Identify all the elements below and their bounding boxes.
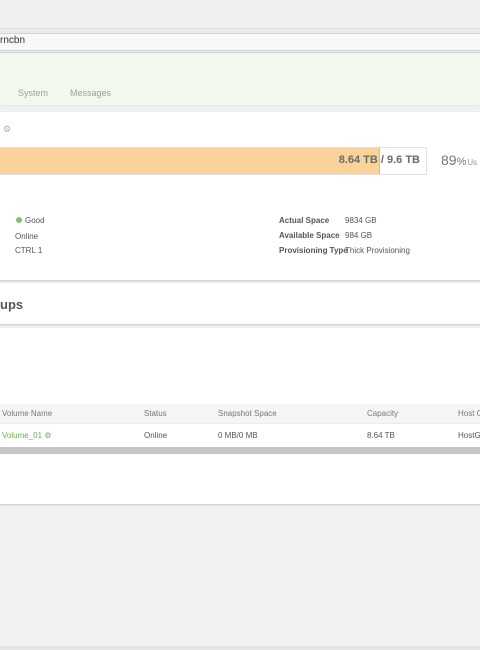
column-snapshot-space[interactable]: Snapshot Space bbox=[218, 409, 277, 418]
available-space-label: Available Space bbox=[279, 231, 340, 240]
browser-chrome: rncbn bbox=[0, 0, 480, 53]
volume-host: HostG bbox=[458, 431, 480, 440]
capacity-label: 8.64 TB / 9.6 TB bbox=[338, 154, 420, 166]
capacity-bar: 8.64 TB / 9.6 TB bbox=[0, 147, 427, 175]
provisioning-type-label: Provisioning Type bbox=[279, 246, 348, 255]
volume-snapshot-space: 0 MB/0 MB bbox=[218, 431, 258, 440]
tab-system[interactable]: System bbox=[18, 88, 48, 98]
column-capacity[interactable]: Capacity bbox=[367, 409, 398, 418]
actual-space-label: Actual Space bbox=[279, 216, 330, 225]
column-host[interactable]: Host C bbox=[458, 409, 480, 418]
top-navigation bbox=[0, 53, 480, 106]
status-text: Good bbox=[25, 216, 45, 225]
pool-state: Online bbox=[15, 232, 39, 241]
tab-messages[interactable]: Messages bbox=[70, 88, 111, 98]
address-bar[interactable]: rncbn bbox=[0, 33, 480, 51]
available-space-value: 984 GB bbox=[345, 231, 373, 240]
address-bar-text[interactable]: rncbn bbox=[0, 35, 25, 46]
provisioning-type-value: Thick Provisioning bbox=[345, 246, 410, 255]
gear-icon[interactable]: ⚙ bbox=[44, 431, 51, 440]
actual-space-value: 9834 GB bbox=[345, 216, 377, 225]
groups-header-panel bbox=[0, 283, 480, 324]
status-dot-icon bbox=[16, 217, 22, 223]
volume-name-text[interactable]: Volume_01 bbox=[2, 431, 42, 440]
status-indicator: Good bbox=[16, 216, 45, 225]
capacity-bar-fill bbox=[0, 148, 380, 174]
capacity-percent: 89%Us bbox=[441, 152, 477, 168]
column-status[interactable]: Status bbox=[144, 409, 167, 418]
browser-tab-strip bbox=[0, 0, 480, 29]
volume-capacity: 8.64 TB bbox=[367, 431, 395, 440]
horizontal-scrollbar[interactable] bbox=[0, 447, 480, 454]
capacity-used-suffix: Us bbox=[467, 158, 478, 167]
gear-icon[interactable]: ⚙ bbox=[3, 124, 11, 135]
capacity-percent-sign: % bbox=[456, 156, 467, 168]
volume-name-link[interactable]: Volume_01 ⚙ bbox=[2, 431, 51, 440]
column-volume-name[interactable]: Volume Name bbox=[2, 409, 52, 418]
section-title: ups bbox=[0, 297, 24, 312]
capacity-percent-value: 89 bbox=[441, 152, 457, 168]
page-bottom-edge bbox=[0, 646, 480, 650]
volume-status: Online bbox=[144, 431, 168, 440]
pool-controller: CTRL 1 bbox=[15, 246, 43, 255]
